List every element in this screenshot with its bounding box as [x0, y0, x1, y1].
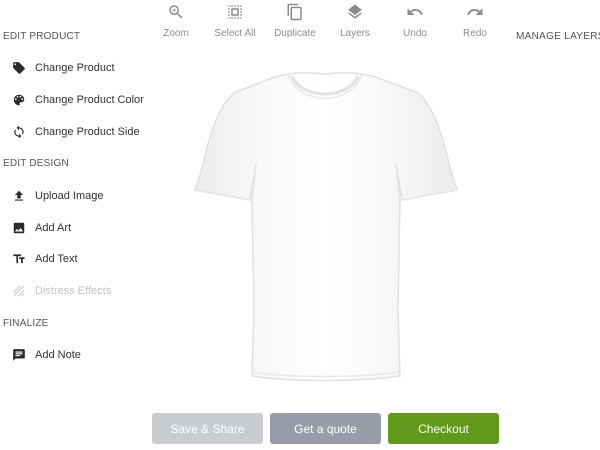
add-art-label: Add Art [35, 222, 72, 234]
product-canvas[interactable] [180, 60, 470, 390]
distress-icon [12, 284, 26, 298]
distress-effects-button: Distress Effects [12, 282, 111, 300]
change-product-side-button[interactable]: Change Product Side [12, 123, 140, 141]
get-quote-button[interactable]: Get a quote [270, 413, 381, 444]
layers-button[interactable]: Layers [323, 0, 387, 39]
undo-icon [406, 3, 424, 21]
undo-button[interactable]: Undo [383, 0, 447, 39]
add-note-button[interactable]: Add Note [12, 346, 81, 364]
upload-image-button[interactable]: Upload Image [12, 187, 104, 205]
change-product-button[interactable]: Change Product [12, 59, 115, 77]
upload-image-label: Upload Image [35, 190, 104, 202]
change-product-color-button[interactable]: Change Product Color [12, 91, 144, 109]
redo-label: Redo [463, 28, 487, 39]
change-product-side-label: Change Product Side [35, 126, 140, 138]
layers-icon [346, 3, 364, 21]
add-note-label: Add Note [35, 349, 81, 361]
undo-label: Undo [403, 28, 427, 39]
distress-effects-label: Distress Effects [35, 285, 112, 297]
redo-icon [466, 3, 484, 21]
palette-icon [12, 93, 26, 107]
note-icon [12, 348, 26, 362]
redo-button[interactable]: Redo [443, 0, 507, 39]
duplicate-button[interactable]: Duplicate [263, 0, 327, 39]
upload-icon [12, 189, 26, 203]
tag-icon [12, 61, 26, 75]
add-text-button[interactable]: Add Text [12, 250, 78, 268]
zoom-label: Zoom [163, 28, 189, 39]
image-icon [12, 221, 26, 235]
zoom-button[interactable]: Zoom [144, 0, 208, 39]
section-title-edit-design: EDIT DESIGN [3, 158, 69, 169]
section-title-finalize: FINALIZE [3, 318, 49, 329]
add-art-button[interactable]: Add Art [12, 219, 71, 237]
duplicate-label: Duplicate [274, 28, 316, 39]
change-product-label: Change Product [35, 62, 115, 74]
add-text-label: Add Text [35, 253, 78, 265]
text-icon [12, 252, 26, 266]
layers-label: Layers [339, 28, 370, 39]
section-title-edit-product: EDIT PRODUCT [3, 31, 81, 42]
zoom-icon [167, 3, 185, 21]
select-all-button[interactable]: Select All [203, 0, 267, 39]
rotate-icon [12, 125, 26, 139]
change-product-color-label: Change Product Color [35, 94, 144, 106]
manage-layers-link[interactable]: MANAGE LAYERS [516, 31, 600, 42]
checkout-button[interactable]: Checkout [388, 413, 499, 444]
tshirt-image [194, 72, 458, 382]
save-share-button[interactable]: Save & Share [152, 413, 263, 444]
select-all-label: Select All [214, 28, 256, 39]
duplicate-icon [286, 3, 304, 21]
select-all-icon [226, 3, 244, 21]
